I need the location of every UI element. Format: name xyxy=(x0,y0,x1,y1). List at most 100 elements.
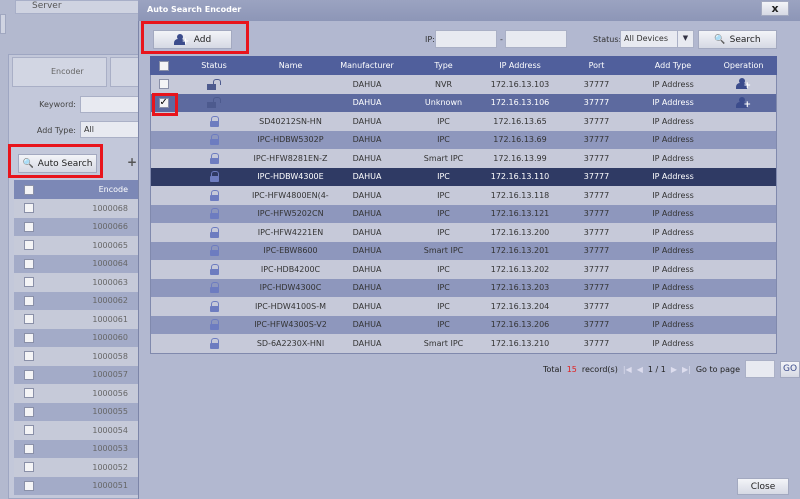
device-type: IPC xyxy=(437,283,450,293)
encode-value: 1000052 xyxy=(92,462,128,472)
select-all-checkbox[interactable] xyxy=(158,60,169,71)
highlight-box xyxy=(152,93,178,116)
row-checkbox[interactable] xyxy=(24,295,34,306)
table-row[interactable]: IPC-HFW5202CN DAHUA IPC 172.16.13.121 37… xyxy=(151,204,776,223)
list-item[interactable]: 1000068 xyxy=(14,199,138,218)
list-item[interactable]: 1000055 xyxy=(14,402,138,421)
row-checkbox[interactable] xyxy=(24,388,34,399)
row-checkbox[interactable] xyxy=(24,462,34,473)
tab-server[interactable]: Server xyxy=(15,0,140,14)
row-checkbox[interactable] xyxy=(24,406,34,417)
add-device-icon[interactable] xyxy=(735,96,752,109)
row-checkbox[interactable] xyxy=(24,425,34,436)
manufacturer: DAHUA xyxy=(352,116,382,126)
row-checkbox[interactable] xyxy=(24,258,34,269)
list-item[interactable]: 1000056 xyxy=(14,384,138,403)
prev-page-icon[interactable]: ◀ xyxy=(637,365,643,374)
lock-icon xyxy=(209,134,219,146)
row-checkbox[interactable] xyxy=(24,240,34,251)
ip-address: 172.16.13.118 xyxy=(490,190,550,200)
row-checkbox[interactable] xyxy=(24,351,34,362)
ip-address: 172.16.13.210 xyxy=(490,338,550,348)
add-icon[interactable]: + xyxy=(127,155,137,169)
first-page-icon[interactable]: |◀ xyxy=(623,365,632,374)
row-checkbox[interactable] xyxy=(24,277,34,288)
list-item[interactable]: 1000053 xyxy=(14,439,138,458)
table-row[interactable]: IPC-HDB4200C DAHUA IPC 172.16.13.202 377… xyxy=(151,260,776,279)
list-item[interactable]: 1000051 xyxy=(14,476,138,495)
row-checkbox[interactable] xyxy=(24,369,34,380)
list-item[interactable]: 1000064 xyxy=(14,254,138,273)
port: 37777 xyxy=(583,283,610,293)
list-item[interactable]: 1000066 xyxy=(14,217,138,236)
search-icon: 🔍 xyxy=(714,34,726,45)
records-label: record(s) xyxy=(581,364,618,374)
chevron-down-icon[interactable]: ▼ xyxy=(677,31,693,47)
add-type-select[interactable]: All xyxy=(80,121,140,138)
list-item[interactable]: 1000062 xyxy=(14,291,138,310)
add-type: IP Address xyxy=(652,153,694,163)
lock-icon xyxy=(209,115,219,127)
list-item[interactable]: 1000061 xyxy=(14,310,138,329)
table-row[interactable]: SD-6A2230X-HNI DAHUA Smart IPC 172.16.13… xyxy=(151,334,776,353)
tab-decoder[interactable] xyxy=(110,57,140,87)
table-row[interactable]: IPC-HFW4800EN(4-... DAHUA IPC 172.16.13.… xyxy=(151,186,776,205)
close-button[interactable]: Close xyxy=(737,478,789,495)
add-button[interactable]: Add xyxy=(153,30,232,49)
row-checkbox[interactable] xyxy=(24,480,34,491)
table-row[interactable]: IPC-HDW4300C DAHUA IPC 172.16.13.203 377… xyxy=(151,278,776,297)
manufacturer: DAHUA xyxy=(352,79,382,89)
encode-value: 1000057 xyxy=(92,370,128,380)
list-item[interactable]: 1000054 xyxy=(14,421,138,440)
row-checkbox[interactable] xyxy=(158,79,169,90)
list-item[interactable]: 1000065 xyxy=(14,236,138,255)
row-checkbox[interactable] xyxy=(24,203,34,214)
list-item[interactable]: 1000060 xyxy=(14,328,138,347)
table-row[interactable]: SD40212SN-HN DAHUA IPC 172.16.13.65 3777… xyxy=(151,112,776,131)
select-all-checkbox[interactable] xyxy=(24,184,34,195)
table-row[interactable]: IPC-HDBW4300E DAHUA IPC 172.16.13.110 37… xyxy=(151,167,776,186)
list-item[interactable]: 1000058 xyxy=(14,347,138,366)
search-button[interactable]: 🔍 Search xyxy=(698,30,777,49)
table-row[interactable]: IPC-HFW4300S-V2 DAHUA IPC 172.16.13.206 … xyxy=(151,315,776,334)
next-page-icon[interactable]: ▶ xyxy=(671,365,677,374)
row-checkbox[interactable] xyxy=(24,332,34,343)
last-page-icon[interactable]: ▶| xyxy=(682,365,691,374)
add-type: IP Address xyxy=(652,190,694,200)
table-row[interactable]: ✓ DAHUA Unknown 172.16.13.106 37777 IP A… xyxy=(151,93,776,112)
col-status: Status xyxy=(201,61,227,70)
ip-start-input[interactable] xyxy=(435,30,497,48)
table-row[interactable]: IPC-EBW8600 DAHUA Smart IPC 172.16.13.20… xyxy=(151,241,776,260)
table-row[interactable]: IPC-HFW8281EN-Z DAHUA Smart IPC 172.16.1… xyxy=(151,149,776,168)
tab-encoder[interactable]: Encoder xyxy=(12,57,107,87)
row-checkbox[interactable] xyxy=(24,221,34,232)
ip-address: 172.16.13.121 xyxy=(490,209,550,219)
row-checkbox[interactable] xyxy=(24,314,34,325)
auto-search-button[interactable]: 🔍 Auto Search xyxy=(18,154,97,173)
status-select[interactable]: All Devices ▼ xyxy=(620,30,694,48)
table-row[interactable]: IPC-HDW4100S-M DAHUA IPC 172.16.13.204 3… xyxy=(151,297,776,316)
encode-value: 1000065 xyxy=(92,240,128,250)
go-button[interactable]: GO xyxy=(780,360,800,378)
encode-value: 1000066 xyxy=(92,222,128,232)
goto-page-input[interactable] xyxy=(745,360,776,378)
keyword-input[interactable] xyxy=(80,96,140,113)
list-item[interactable]: 1000063 xyxy=(14,273,138,292)
table-row[interactable]: IPC-HFW4221EN DAHUA IPC 172.16.13.200 37… xyxy=(151,223,776,242)
side-tab[interactable] xyxy=(0,14,6,34)
port: 37777 xyxy=(583,227,610,237)
close-icon[interactable]: x xyxy=(761,1,789,16)
row-checkbox[interactable] xyxy=(24,443,34,454)
table-row[interactable]: DAHUA NVR 172.16.13.103 37777 IP Address xyxy=(151,75,776,94)
page-indicator: 1 / 1 xyxy=(647,364,666,374)
ip-end-input[interactable] xyxy=(505,30,567,48)
add-device-icon[interactable] xyxy=(735,78,752,90)
total-count: 15 xyxy=(566,364,577,374)
ip-address: 172.16.13.65 xyxy=(493,116,547,126)
add-type: IP Address xyxy=(652,209,694,219)
add-type: IP Address xyxy=(652,172,694,182)
list-item[interactable]: 1000057 xyxy=(14,365,138,384)
table-row[interactable]: IPC-HDBW5302P DAHUA IPC 172.16.13.69 377… xyxy=(151,130,776,149)
port: 37777 xyxy=(583,79,610,89)
list-item[interactable]: 1000052 xyxy=(14,458,138,477)
